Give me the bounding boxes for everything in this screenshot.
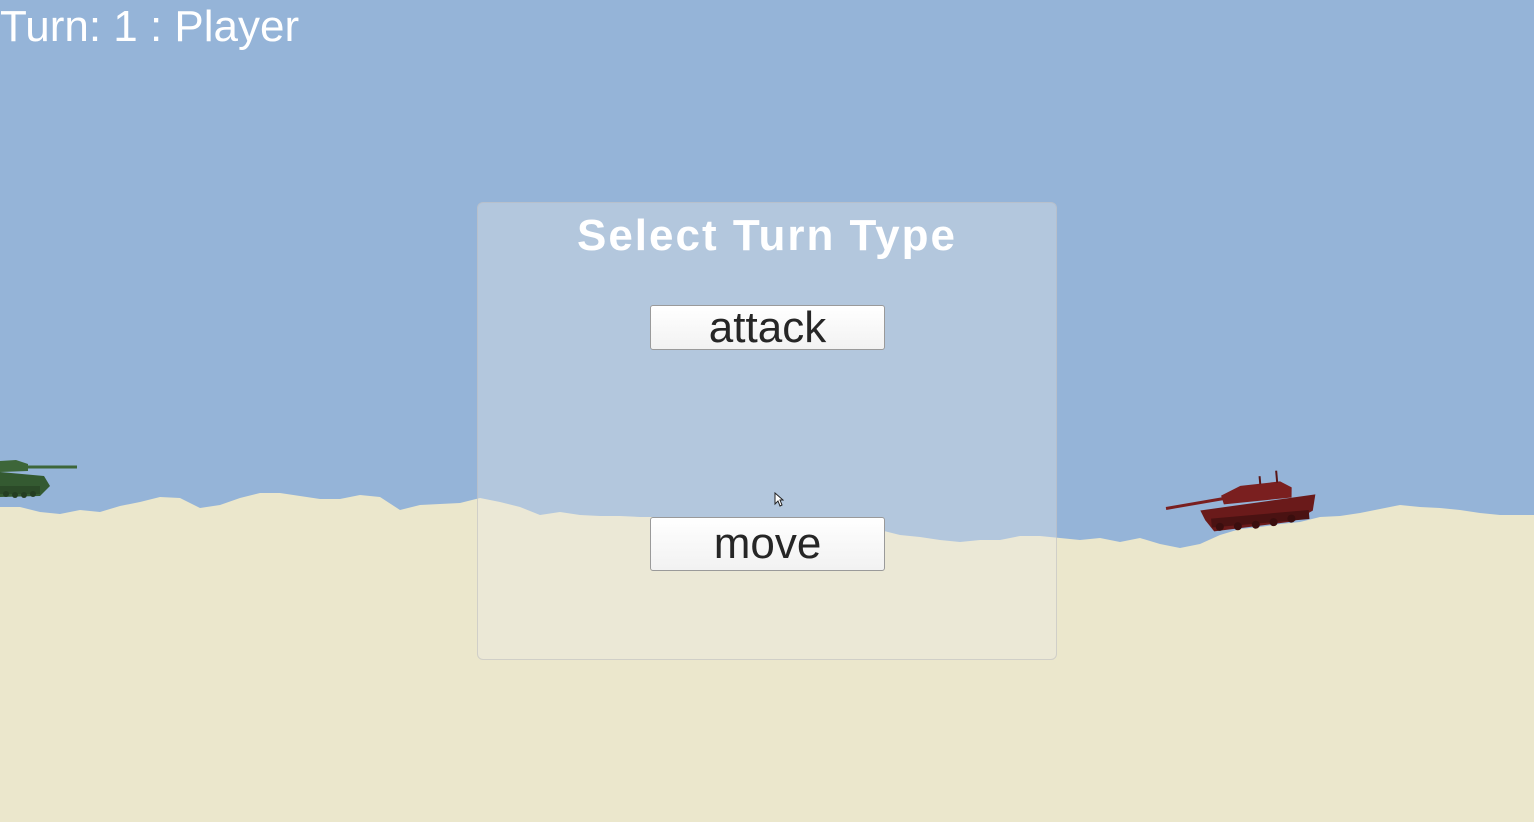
panel-title: Select Turn Type — [576, 211, 957, 260]
move-button[interactable]: move — [650, 517, 885, 571]
game-viewport[interactable]: Turn: 1 : Player Select Turn Type attack… — [0, 0, 1534, 822]
turn-type-panel: Select Turn Type attack move — [477, 202, 1057, 660]
mouse-cursor-icon — [774, 492, 784, 507]
attack-button[interactable]: attack — [650, 305, 885, 350]
turn-indicator: Turn: 1 : Player — [0, 2, 300, 51]
